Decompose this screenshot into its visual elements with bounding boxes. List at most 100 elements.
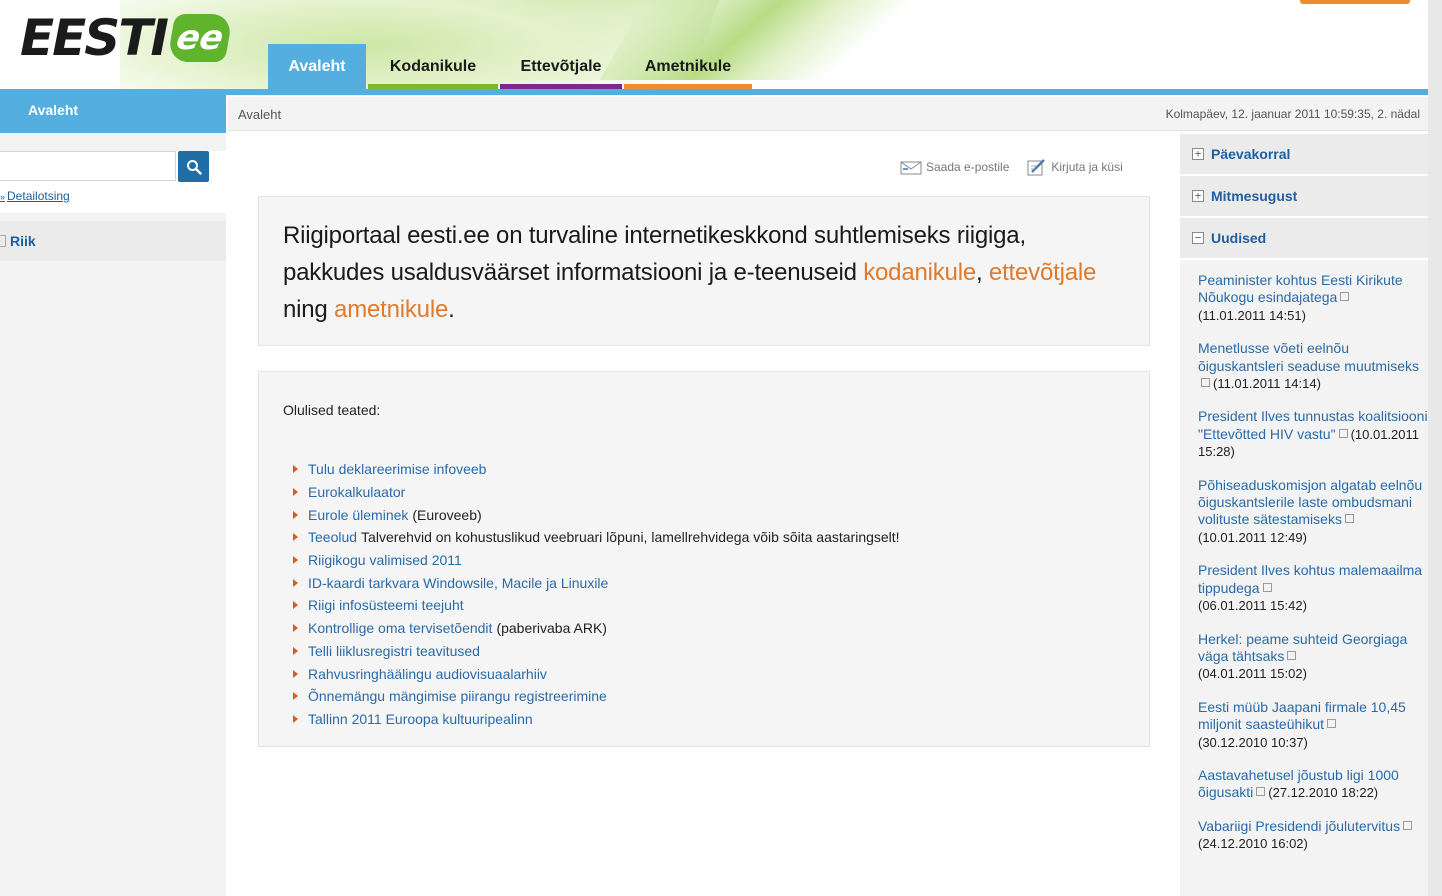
notice-link[interactable]: Kontrollige oma tervisetõendit	[308, 620, 492, 636]
notice-link[interactable]: Teeolud	[308, 529, 357, 545]
news-item: Eesti müüb Jaapani firmale 10,45 miljoni…	[1198, 699, 1428, 751]
search-input[interactable]	[0, 151, 176, 181]
list-item: Tulu deklareerimise infoveeb	[293, 458, 900, 481]
news-title-link[interactable]: Menetlusse võeti eelnõu õiguskantsleri s…	[1198, 340, 1419, 373]
section-mitmesugust[interactable]: + Mitmesugust	[1180, 176, 1428, 218]
news-date: (11.01.2011 14:51)	[1198, 307, 1306, 323]
external-link-icon	[1338, 428, 1348, 438]
tab-ettevotjale[interactable]: Ettevõtjale	[500, 44, 622, 90]
bullet-icon	[293, 465, 298, 474]
notices-title: Olulised teated:	[283, 402, 381, 418]
envelope-icon	[900, 161, 922, 175]
logo-text: EESTI	[20, 9, 169, 67]
detailed-search-link[interactable]: » Detailotsing	[0, 189, 70, 203]
send-email-label: Saada e-postile	[926, 160, 1010, 174]
bullet-icon	[293, 533, 298, 542]
section-label: Mitmesugust	[1211, 188, 1298, 204]
search-panel: » Detailotsing	[0, 151, 226, 213]
sidebar-item-riik[interactable]: Riik	[0, 221, 226, 261]
notice-link[interactable]: Eurole üleminek	[308, 507, 408, 523]
bullet-icon	[293, 624, 298, 633]
notice-link[interactable]: Eurokalkulaator	[308, 484, 405, 500]
news-date: (30.12.2010 10:37)	[1198, 734, 1308, 750]
right-sidebar: + Päevakorral + Mitmesugust − Uudised Pe…	[1180, 134, 1428, 896]
notice-note: (paberivaba ARK)	[496, 620, 607, 637]
notice-note: (Euroveeb)	[412, 506, 482, 523]
external-link-icon	[1340, 292, 1350, 302]
notice-link[interactable]: Õnnemängu mängimise piirangu registreeri…	[308, 688, 607, 704]
notice-link[interactable]: Tulu deklareerimise infoveeb	[308, 461, 486, 477]
external-link-icon	[1201, 378, 1210, 388]
bullet-icon	[293, 578, 298, 587]
notice-link[interactable]: Riigikogu valimised 2011	[308, 552, 462, 568]
notice-link[interactable]: Rahvusringhäälingu audiovisuaalarhiiv	[308, 666, 547, 682]
section-uudised[interactable]: − Uudised	[1180, 218, 1428, 260]
section-label: Päevakorral	[1211, 146, 1291, 162]
breadcrumb[interactable]: Avaleht	[238, 107, 281, 122]
link-ettevotjale[interactable]: ettevõtjale	[989, 259, 1096, 286]
tab-label: Ametnikule	[644, 58, 732, 75]
bullet-icon	[293, 646, 298, 655]
news-title-link[interactable]: Põhiseaduskomisjon algatab eelnõu õigusk…	[1198, 477, 1422, 528]
tab-ametnikule[interactable]: Ametnikule	[624, 44, 752, 90]
external-link-icon	[1327, 719, 1337, 729]
write-and-ask-button[interactable]: Kirjuta ja küsi	[1027, 158, 1123, 176]
send-email-button[interactable]: Saada e-postile	[900, 158, 1009, 176]
breadcrumb-bar: Avaleht Kolmapäev, 12. jaanuar 2011 10:5…	[228, 97, 1428, 131]
notice-link[interactable]: Riigi infosüsteemi teejuht	[308, 597, 464, 613]
arrow-icon: »	[0, 192, 6, 202]
list-item: Õnnemängu mängimise piirangu registreeri…	[293, 685, 900, 708]
external-link-icon	[1287, 650, 1297, 660]
news-item: Menetlusse võeti eelnõu õiguskantsleri s…	[1198, 340, 1428, 392]
notice-note: Talverehvid on kohustuslikud veebruari l…	[361, 529, 900, 546]
news-date: (10.01.2011 12:49)	[1198, 529, 1307, 545]
news-title-link[interactable]: President Ilves kohtus malemaailma tippu…	[1198, 562, 1422, 595]
tab-avaleht[interactable]: Avaleht	[268, 44, 366, 90]
news-date: (27.12.2010 18:22)	[1268, 785, 1379, 801]
link-kodanikule[interactable]: kodanikule	[863, 259, 976, 286]
site-logo[interactable]: EESTI ee	[20, 9, 234, 67]
sidebar-item-label: Riik	[10, 233, 36, 249]
page-tools: Saada e-postile Kirjuta ja küsi	[900, 158, 1123, 176]
external-link-icon	[1262, 582, 1272, 592]
list-item: Kontrollige oma tervisetõendit (paberivab…	[293, 617, 900, 640]
expand-icon: +	[1192, 148, 1204, 160]
section-paevakorral[interactable]: + Päevakorral	[1180, 134, 1428, 176]
bullet-icon	[293, 488, 298, 497]
external-link-icon	[1256, 787, 1266, 797]
news-item: President Ilves tunnustas koalitsiooni "…	[1198, 408, 1428, 460]
news-item: President Ilves kohtus malemaailma tippu…	[1198, 562, 1428, 614]
news-title-link[interactable]: Eesti müüb Jaapani firmale 10,45 miljoni…	[1198, 699, 1406, 732]
news-item: Peaminister kohtus Eesti Kirikute Nõukog…	[1198, 272, 1428, 324]
list-item: Teeolud Talverehvid on kohustuslikud veeb…	[293, 526, 900, 549]
detailed-search-label: Detailotsing	[7, 189, 70, 203]
notice-link[interactable]: Tallinn 2011 Euroopa kultuuripealinn	[308, 711, 533, 727]
tab-kodanikule[interactable]: Kodanikule	[368, 44, 498, 90]
news-title-link[interactable]: Herkel: peame suhteid Georgiaga väga täh…	[1198, 631, 1407, 664]
notice-link[interactable]: Telli liiklusregistri teavitused	[308, 643, 480, 659]
header-accent	[1300, 0, 1410, 4]
news-date: (06.01.2011 15:42)	[1198, 598, 1307, 614]
intro-box: Riigiportaal eesti.ee on turvaline inter…	[258, 196, 1150, 346]
tab-label: Avaleht	[288, 58, 346, 75]
intro-text-part: ,	[975, 259, 989, 286]
news-date: (04.01.2011 15:02)	[1198, 666, 1307, 682]
search-button[interactable]	[178, 151, 209, 182]
bullet-icon	[293, 669, 298, 678]
window-scrollbar-track[interactable]	[1428, 0, 1442, 896]
bullet-icon	[293, 692, 298, 701]
news-title-link[interactable]: Peaminister kohtus Eesti Kirikute Nõukog…	[1198, 272, 1403, 305]
expand-icon	[0, 235, 6, 247]
news-title-link[interactable]: Vabariigi Presidendi jõulutervitus	[1198, 818, 1400, 834]
bullet-icon	[293, 601, 298, 610]
external-link-icon	[1344, 514, 1354, 524]
bullet-icon	[293, 714, 298, 723]
list-item: Rahvusringhäälingu audiovisuaalarhiiv	[293, 662, 900, 685]
tab-label: Ettevõtjale	[520, 58, 602, 75]
edit-icon	[1027, 159, 1046, 176]
news-item: Herkel: peame suhteid Georgiaga väga täh…	[1198, 631, 1428, 683]
notice-link[interactable]: ID-kaardi tarkvara Windowsile, Macile ja…	[308, 575, 608, 591]
list-item: Riigi infosüsteemi teejuht	[293, 594, 900, 617]
link-ametnikule[interactable]: ametnikule	[334, 296, 448, 323]
sidebar-header[interactable]: Avaleht	[0, 95, 226, 133]
